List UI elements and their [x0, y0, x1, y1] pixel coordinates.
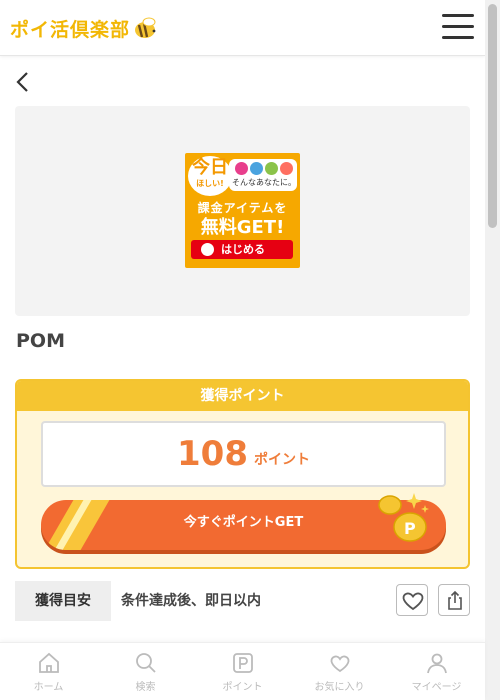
share-button[interactable] — [438, 584, 470, 616]
point-icon — [232, 653, 253, 673]
banner-line2: 無料GET! — [200, 217, 285, 238]
nav-label-favorite: お気に入り — [314, 682, 365, 693]
heart-icon — [402, 592, 424, 611]
coins-icon: P — [378, 493, 429, 542]
arrow-icon — [201, 243, 214, 256]
estimate-label: 獲得目安 — [15, 581, 111, 621]
hamburger-menu-icon[interactable] — [442, 14, 474, 42]
person-icon — [426, 653, 447, 674]
banner-cta: はじめる — [191, 240, 293, 259]
home-icon — [38, 652, 59, 673]
scrollbar-thumb[interactable] — [488, 4, 497, 228]
banner-today-circle: 今日 ほしい! — [188, 156, 232, 196]
nav-item-mypage[interactable]: マイページ — [388, 643, 485, 700]
nav-item-favorite[interactable]: お気に入り — [291, 643, 388, 700]
points-value-box: 108 ポイント — [41, 421, 446, 487]
favorite-button[interactable] — [396, 584, 428, 616]
estimate-text: 条件達成後、即日以内 — [121, 593, 261, 609]
points-header: 獲得ポイント — [17, 381, 468, 411]
search-icon — [135, 653, 156, 673]
svg-text:P: P — [404, 519, 416, 538]
nav-label-point: ポイント — [222, 682, 263, 693]
bottom-nav: ホーム 検索 ポイント お気に入り マイページ — [0, 642, 485, 700]
nav-label-mypage: マイページ — [411, 682, 462, 693]
header: ポイ活倶楽部 — [0, 0, 485, 56]
offer-title: POM — [16, 330, 65, 352]
logo-text: ポイ活倶楽部 — [10, 18, 131, 41]
scrollbar[interactable] — [485, 0, 500, 700]
nav-label-search: 検索 — [135, 682, 156, 693]
nav-label-home: ホーム — [33, 682, 64, 693]
offer-image-area: 今日 ほしい! そんなあなたに。 課金アイテムを 無料GET! はじめる — [15, 106, 470, 316]
banner-bubble-caption: そんなあなたに。 — [232, 178, 296, 187]
site-logo[interactable]: ポイ活倶楽部 — [10, 14, 158, 42]
bee-icon — [135, 17, 156, 38]
share-icon — [448, 590, 462, 610]
game-icons — [235, 162, 293, 175]
nav-item-search[interactable]: 検索 — [97, 643, 194, 700]
heart-icon — [330, 655, 349, 673]
offer-banner[interactable]: 今日 ほしい! そんなあなたに。 課金アイテムを 無料GET! はじめる — [185, 153, 300, 268]
points-value: 108 — [177, 434, 248, 474]
points-unit: ポイント — [253, 452, 310, 468]
nav-item-home[interactable]: ホーム — [0, 643, 97, 700]
banner-bubble: そんなあなたに。 — [229, 159, 297, 191]
nav-item-point[interactable]: ポイント — [194, 643, 291, 700]
chevron-left-icon[interactable] — [12, 70, 36, 94]
